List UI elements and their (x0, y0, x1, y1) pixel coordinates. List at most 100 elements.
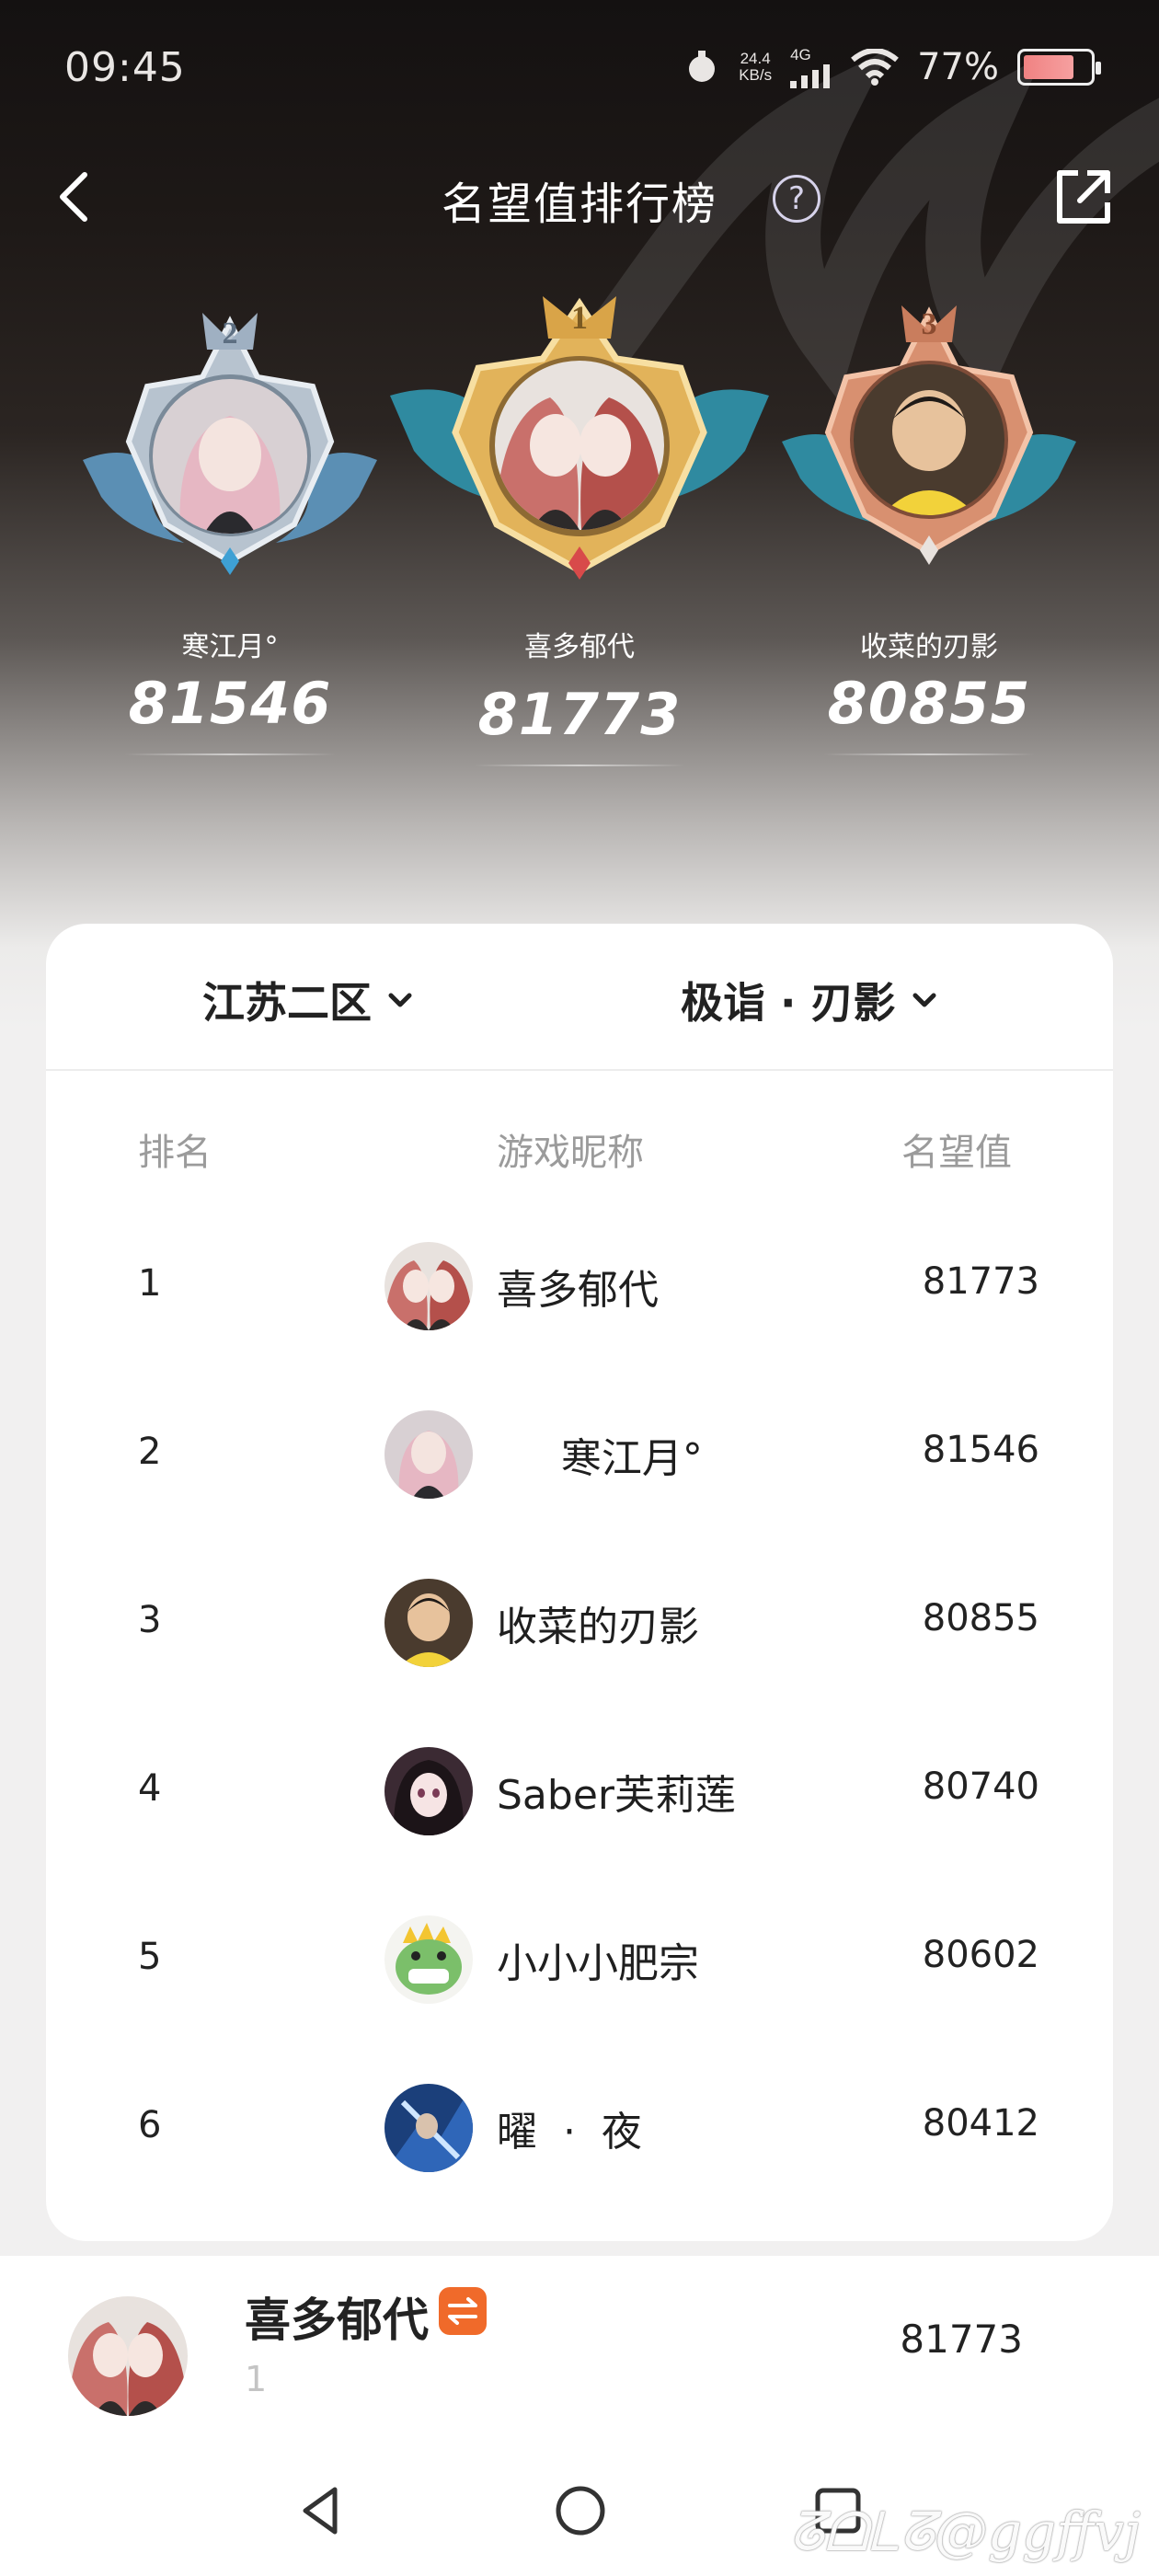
my-rank-bar[interactable]: 喜多郁代 1 81773 (0, 2256, 1159, 2436)
cell-signal-group: 4G (790, 46, 832, 88)
row-rank: 3 (138, 1599, 162, 1641)
chevron-down-icon (912, 993, 936, 1007)
table-row[interactable]: 6 曜 · 夜 80412 (46, 2041, 1113, 2210)
leaderboard-list: 1 喜多郁代 81773 2 寒江月° 81546 3 收菜的刃影 80855 … (46, 1200, 1113, 2210)
row-player-name[interactable]: 收菜的刃影 (497, 1593, 699, 1652)
anime-duo-avatar-icon (495, 361, 664, 530)
leaderboard-card: 江苏二区 极诣 · 刃影 排名 游戏昵称 名望值 1 喜多郁代 81773 2 … (46, 924, 1113, 2241)
share-external-icon[interactable] (1052, 166, 1115, 228)
table-row[interactable]: 3 收菜的刃影 80855 (46, 1536, 1113, 1705)
anime-duo-avatar-icon (384, 1242, 473, 1330)
anime-duo-avatar-icon (68, 2296, 188, 2416)
battery-icon (1017, 49, 1101, 86)
podium-divider (124, 753, 336, 755)
row-rank: 2 (138, 1431, 162, 1473)
podium-score: 81773 (477, 681, 682, 748)
hero-filter-label: 极诣 · 刃影 (681, 978, 896, 1028)
server-filter-label: 江苏二区 (202, 978, 372, 1028)
page-title-text: 名望值排行榜 (441, 178, 717, 230)
avatar[interactable] (384, 1915, 473, 2004)
avatar[interactable] (384, 1410, 473, 1499)
wifi-icon (851, 49, 900, 86)
podium-first[interactable]: 1 喜多郁代 81773 (386, 294, 773, 766)
rank-badge-number: 3 (921, 307, 937, 341)
notification-icon (689, 51, 716, 82)
net-speed: 24.4 KB/s (739, 51, 772, 84)
pink-hair-girl-avatar-icon (384, 1410, 473, 1499)
podium-score: 80855 (827, 670, 1031, 737)
help-icon[interactable]: ? (773, 175, 820, 223)
avatar[interactable] (384, 1747, 473, 1835)
system-nav-bar: ᘔᗝᒪᘔ@ggffvj (0, 2436, 1159, 2576)
table-row[interactable]: 2 寒江月° 81546 (46, 1368, 1113, 1536)
avatar[interactable] (384, 2084, 473, 2172)
podium-player-name: 喜多郁代 (524, 631, 635, 663)
column-header-score: 名望值 (901, 1132, 1012, 1174)
podium-second[interactable]: 2 寒江月° 81546 (74, 285, 386, 755)
table-row[interactable]: 1 喜多郁代 81773 (46, 1200, 1113, 1368)
dark-hair-girl-avatar-icon (384, 1747, 473, 1835)
toddler-photo-avatar-icon (854, 364, 1004, 515)
my-player-name: 喜多郁代 (245, 2294, 429, 2347)
my-rank: 1 (245, 2359, 268, 2399)
row-player-name[interactable]: 曜 · 夜 (497, 2099, 642, 2157)
battery-percent: 77% (917, 46, 999, 88)
row-player-name[interactable]: Saber芙莉莲 (497, 1762, 736, 1821)
nav-back-triangle-icon[interactable] (289, 2478, 353, 2543)
filter-bar: 江苏二区 极诣 · 刃影 (46, 924, 1113, 1071)
green-dino-avatar-icon (384, 1915, 473, 2004)
avatar[interactable] (384, 1579, 473, 1667)
row-rank: 6 (138, 2104, 162, 2146)
row-player-name[interactable]: 小小小肥宗 (497, 1930, 699, 1989)
pink-hair-girl-avatar-icon (153, 379, 307, 534)
podium-divider (474, 765, 685, 766)
row-score: 80602 (922, 1934, 1039, 1976)
toddler-photo-avatar-icon (384, 1579, 473, 1667)
avatar (153, 379, 307, 534)
chevron-down-icon (388, 993, 412, 1007)
podium-player-name: 寒江月° (181, 631, 279, 663)
bronze-badge: 3 (773, 285, 1085, 616)
status-time: 09:45 (64, 44, 186, 91)
row-score: 80412 (922, 2102, 1039, 2145)
net-speed-unit: KB/s (739, 66, 773, 84)
silver-badge: 2 (74, 285, 386, 616)
row-score: 81546 (922, 1429, 1039, 1471)
net-speed-value: 24.4 (740, 50, 771, 67)
hero-filter-dropdown[interactable]: 极诣 · 刃影 (681, 970, 938, 1030)
nav-bar: 名望值排行榜 ? (0, 156, 1159, 239)
swap-arrows-glyph (448, 2297, 477, 2325)
rank-badge-number: 2 (222, 316, 238, 351)
nav-home-circle-icon[interactable] (548, 2478, 613, 2543)
row-score: 80855 (922, 1597, 1039, 1639)
podium-divider (823, 753, 1035, 755)
my-score: 81773 (900, 2317, 1023, 2362)
column-header-rank: 排名 (138, 1132, 212, 1174)
avatar (854, 364, 1004, 515)
row-score: 81773 (922, 1260, 1039, 1303)
rank-badge-number: 1 (571, 299, 588, 336)
gold-badge: 1 (386, 294, 773, 616)
network-type: 4G (790, 46, 811, 63)
podium-third[interactable]: 3 收菜的刃影 80855 (773, 285, 1085, 755)
my-avatar[interactable] (68, 2296, 188, 2416)
swap-arrows-icon[interactable] (439, 2287, 487, 2335)
avatar[interactable] (384, 1242, 473, 1330)
avatar (495, 361, 664, 530)
status-bar: 09:45 24.4 KB/s 4G 77% (0, 0, 1159, 138)
podium-score: 81546 (128, 670, 332, 737)
row-score: 80740 (922, 1765, 1039, 1808)
row-rank: 5 (138, 1936, 162, 1978)
column-header-name: 游戏昵称 (497, 1132, 644, 1174)
page-title: 名望值排行榜 (0, 167, 1159, 232)
table-row[interactable]: 4 Saber芙莉莲 80740 (46, 1705, 1113, 1873)
row-rank: 4 (138, 1767, 162, 1810)
status-indicators: 24.4 KB/s 4G 77% (683, 46, 1101, 88)
table-row[interactable]: 5 小小小肥宗 80602 (46, 1873, 1113, 2041)
row-player-name[interactable]: 寒江月° (497, 1425, 703, 1484)
row-player-name[interactable]: 喜多郁代 (497, 1257, 659, 1316)
row-rank: 1 (138, 1262, 162, 1305)
cell-signal-icon (790, 64, 831, 88)
battery-fill (1024, 55, 1073, 79)
server-filter-dropdown[interactable]: 江苏二区 (202, 970, 414, 1030)
